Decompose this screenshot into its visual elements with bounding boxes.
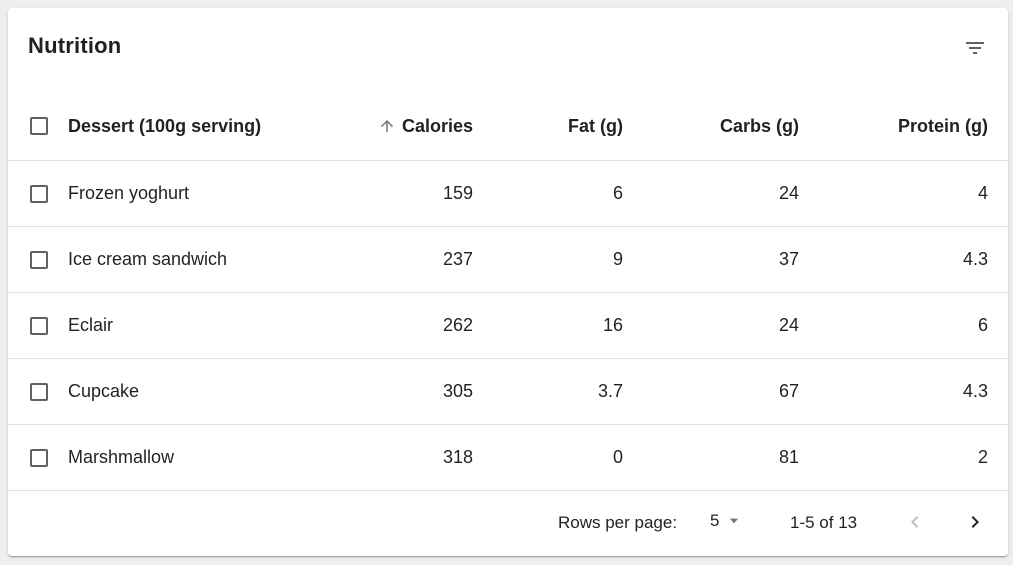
cell-protein: 4.3 xyxy=(962,381,988,401)
header-calories-sort[interactable]: Calories xyxy=(378,116,473,137)
cell-protein: 2 xyxy=(977,447,988,467)
table-row[interactable]: Frozen yoghurt 159 6 24 4 xyxy=(8,161,1008,227)
filter-list-icon xyxy=(963,36,987,60)
row-checkbox[interactable] xyxy=(30,316,48,335)
cell-calories: 318 xyxy=(442,447,473,467)
cell-fat: 9 xyxy=(612,249,623,269)
row-checkbox[interactable] xyxy=(30,448,48,467)
cell-fat: 6 xyxy=(612,183,623,203)
nutrition-table-card: Nutrition Dessert (100g serving) Calorie… xyxy=(8,8,1008,556)
row-select-cell xyxy=(27,425,51,490)
rows-per-page-select[interactable]: 5 xyxy=(710,511,741,531)
row-checkbox[interactable] xyxy=(30,250,48,269)
table-header-row: Dessert (100g serving) Calories Fat (g) … xyxy=(8,92,1008,161)
row-checkbox[interactable] xyxy=(30,184,48,203)
select-all-checkbox[interactable] xyxy=(30,117,48,135)
cell-dessert: Marshmallow xyxy=(68,447,175,467)
select-all-cell xyxy=(27,92,51,160)
row-select-cell xyxy=(27,359,51,424)
cell-fat: 16 xyxy=(602,315,623,335)
rows-per-page-value: 5 xyxy=(710,511,720,530)
table-row[interactable]: Eclair 262 16 24 6 xyxy=(8,293,1008,359)
cell-calories: 305 xyxy=(442,381,473,401)
table-row[interactable]: Ice cream sandwich 237 9 37 4.3 xyxy=(8,227,1008,293)
cell-calories: 237 xyxy=(442,249,473,269)
cell-fat: 0 xyxy=(612,447,623,467)
cell-calories: 159 xyxy=(442,183,473,203)
table-row[interactable]: Cupcake 305 3.7 67 4.3 xyxy=(8,359,1008,425)
header-carbs-label: Carbs (g) xyxy=(719,115,799,136)
cell-carbs: 37 xyxy=(778,249,799,269)
cell-calories: 262 xyxy=(442,315,473,335)
cell-protein: 6 xyxy=(977,315,988,335)
cell-dessert: Cupcake xyxy=(68,381,140,401)
pagination-range: 1-5 of 13 xyxy=(790,513,858,532)
header-protein[interactable]: Protein (g) xyxy=(898,92,988,160)
cell-carbs: 24 xyxy=(778,315,799,335)
next-page-button[interactable] xyxy=(960,507,990,537)
header-dessert[interactable]: Dessert (100g serving) xyxy=(68,92,261,160)
header-carbs[interactable]: Carbs (g) xyxy=(720,92,799,160)
header-calories[interactable]: Calories xyxy=(378,92,473,160)
table-pagination: Rows per page: 5 1-5 of 13 xyxy=(8,491,1008,555)
cell-dessert: Eclair xyxy=(68,315,114,335)
table-toolbar: Nutrition xyxy=(8,8,1008,92)
header-fat-label: Fat (g) xyxy=(568,115,623,136)
table-title: Nutrition xyxy=(28,33,122,58)
row-select-cell xyxy=(27,227,51,292)
row-checkbox[interactable] xyxy=(30,382,48,401)
rows-per-page-label: Rows per page: xyxy=(558,513,678,532)
arrow-upward-icon xyxy=(378,117,396,135)
header-dessert-label: Dessert (100g serving) xyxy=(68,115,262,136)
cell-dessert: Ice cream sandwich xyxy=(68,249,228,269)
cell-carbs: 24 xyxy=(778,183,799,203)
filter-list-button[interactable] xyxy=(959,32,991,64)
cell-dessert: Frozen yoghurt xyxy=(68,183,190,203)
row-select-cell xyxy=(27,161,51,226)
cell-carbs: 81 xyxy=(778,447,799,467)
arrow-drop-down-icon xyxy=(727,514,741,528)
previous-page-button[interactable] xyxy=(900,507,930,537)
cell-protein: 4.3 xyxy=(962,249,988,269)
cell-fat: 3.7 xyxy=(597,381,623,401)
chevron-left-icon xyxy=(903,510,927,534)
header-calories-label: Calories xyxy=(401,115,473,136)
table-row[interactable]: Marshmallow 318 0 81 2 xyxy=(8,425,1008,491)
cell-protein: 4 xyxy=(977,183,988,203)
row-select-cell xyxy=(27,293,51,358)
cell-carbs: 67 xyxy=(778,381,799,401)
header-protein-label: Protein (g) xyxy=(898,115,988,136)
chevron-right-icon xyxy=(963,510,987,534)
header-fat[interactable]: Fat (g) xyxy=(568,92,623,160)
